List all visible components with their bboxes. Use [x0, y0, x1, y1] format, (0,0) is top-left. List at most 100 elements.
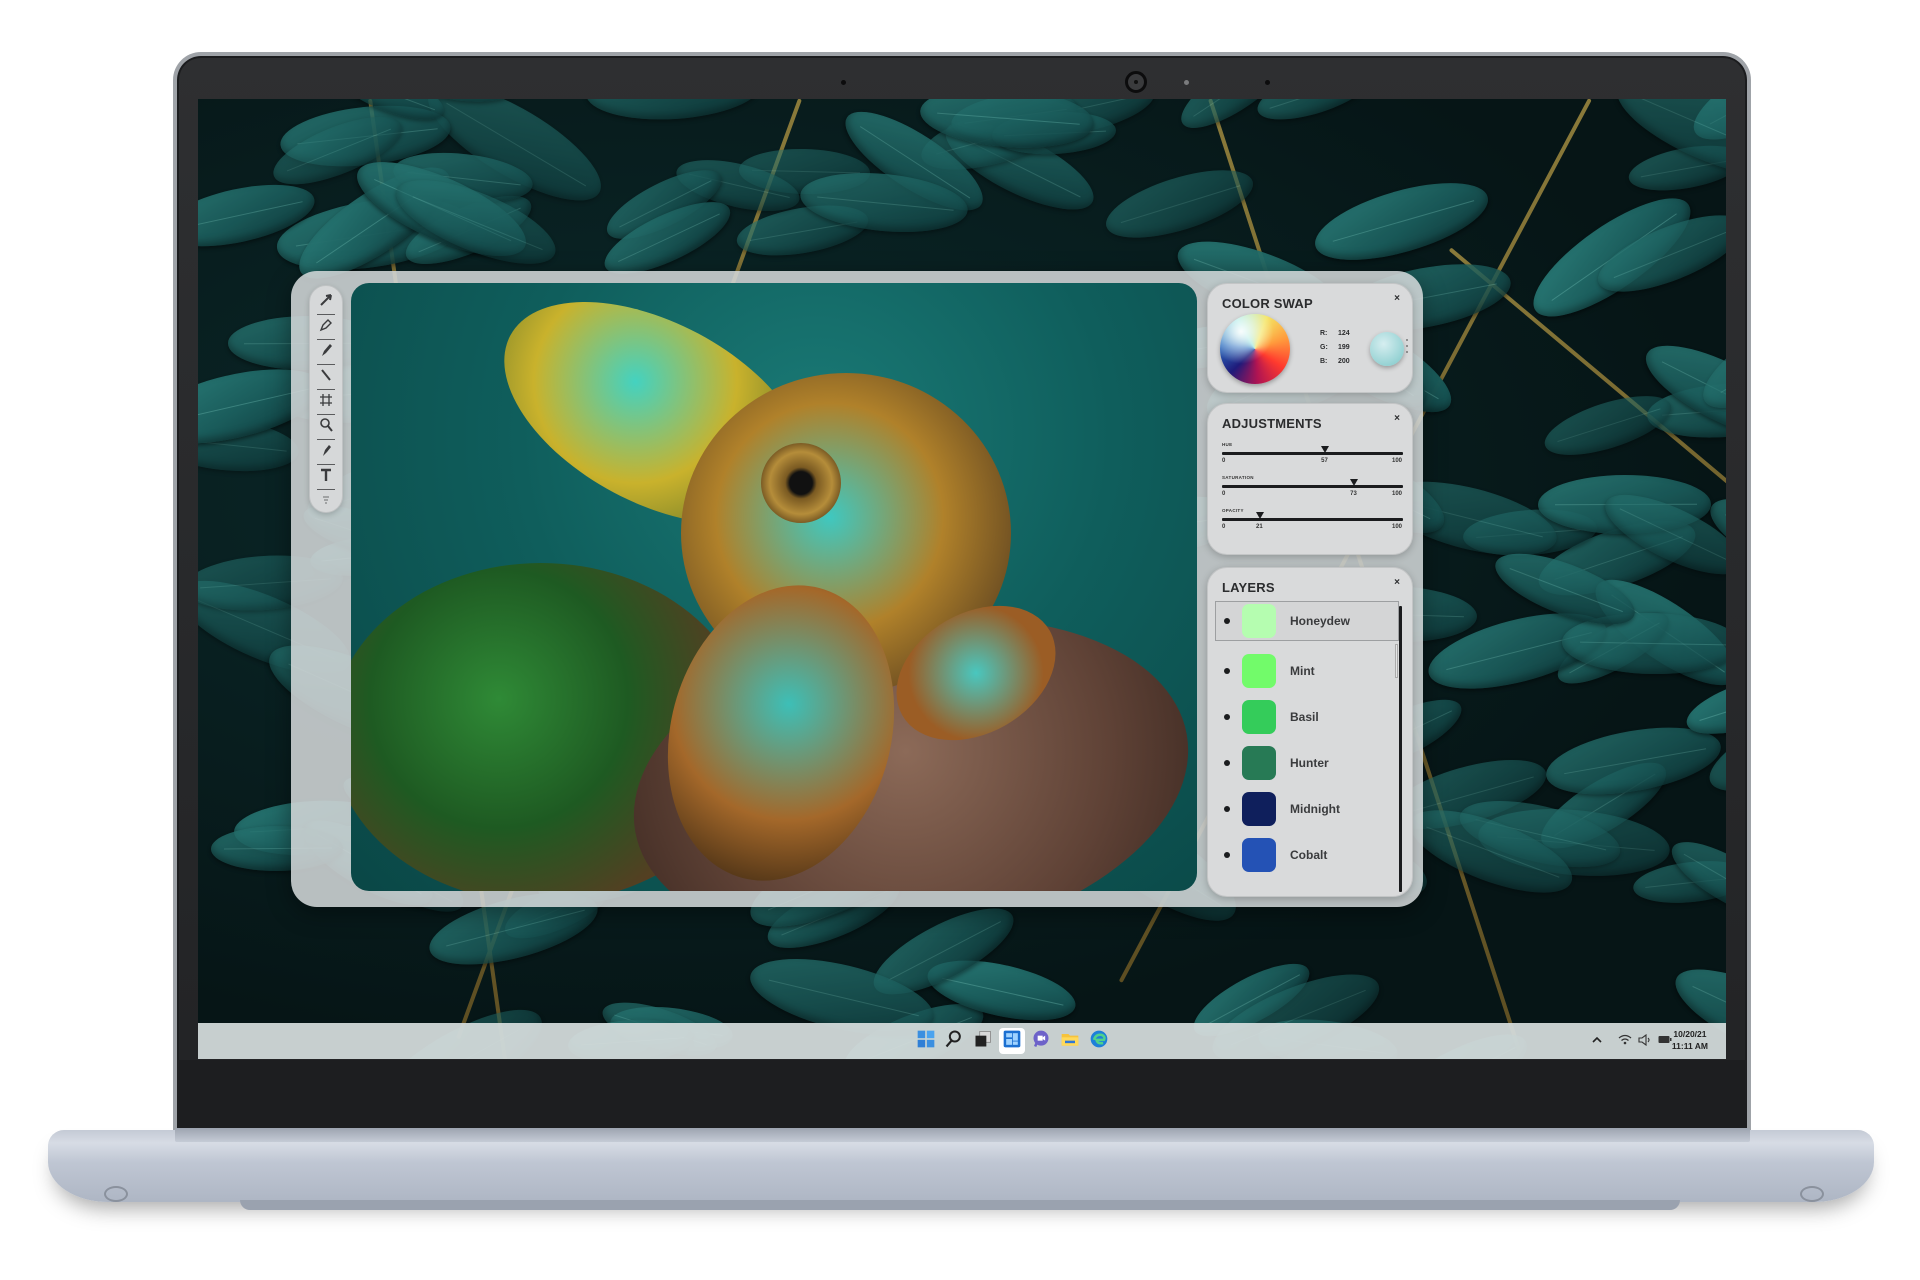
hue-slider[interactable]: [1222, 446, 1403, 455]
edge-browser-icon: [1089, 1029, 1109, 1054]
tool-divider: [317, 414, 335, 415]
panel-title: COLOR SWAP: [1222, 296, 1313, 311]
tool-divider: [317, 463, 335, 465]
laptop-screen: COLOR SWAP × R: 124 G: 199 B: 200 ADJUST…: [198, 99, 1726, 1059]
time-text: 11:11 AM: [1671, 1041, 1708, 1051]
slider-label: SATURATION: [1222, 475, 1254, 480]
pen-tool-button[interactable]: [313, 317, 339, 337]
chevron-up-icon[interactable]: [1588, 1035, 1606, 1047]
close-icon[interactable]: ×: [1394, 577, 1400, 588]
arrow-pointer-icon: [318, 292, 334, 312]
layer-color-swatch: [1242, 654, 1276, 688]
text-T-icon: [318, 467, 334, 487]
clock[interactable]: 10/20/21 11:11 AM: [1672, 1028, 1708, 1052]
slider-label: OPACITY: [1222, 508, 1244, 513]
visibility-dot-icon[interactable]: [1224, 714, 1230, 720]
windows-logo-icon: [916, 1029, 936, 1054]
more-options-icon[interactable]: [1406, 339, 1409, 357]
blue-label: B:: [1320, 358, 1328, 365]
camera-led: [1184, 80, 1189, 85]
zoom-tool-button[interactable]: [313, 417, 339, 437]
visibility-dot-icon[interactable]: [1224, 852, 1230, 858]
visibility-dot-icon[interactable]: [1224, 760, 1230, 766]
color-wheel[interactable]: [1220, 314, 1290, 384]
move-tool-button[interactable]: [313, 292, 339, 312]
tool-divider: [317, 389, 335, 390]
close-icon[interactable]: ×: [1394, 293, 1400, 304]
layer-item[interactable]: Hunter: [1216, 740, 1398, 786]
volume-icon[interactable]: [1638, 1033, 1652, 1049]
slider-max: 100: [1392, 524, 1403, 530]
date-text: 10/20/21: [1673, 1029, 1707, 1039]
taskbar-file-explorer-button[interactable]: [1057, 1028, 1083, 1054]
panel-title: ADJUSTMENTS: [1222, 416, 1322, 431]
slider-min: 0: [1222, 458, 1226, 464]
wallpaper-leaf: [1099, 156, 1261, 252]
dropper-icon: [318, 442, 334, 462]
visibility-dot-icon[interactable]: [1224, 806, 1230, 812]
layer-name: Honeydew: [1290, 614, 1351, 628]
tool-divider: [317, 364, 335, 365]
image-canvas[interactable]: [351, 283, 1197, 891]
taskbar-task-view-button[interactable]: [970, 1028, 996, 1054]
eyedropper-tool-button[interactable]: [313, 442, 339, 462]
close-icon[interactable]: ×: [1394, 413, 1400, 424]
panel-title: LAYERS: [1222, 580, 1275, 595]
crop-tool-button[interactable]: [313, 392, 339, 412]
slider-thumb[interactable]: [1321, 446, 1330, 453]
magnifier-icon: [318, 417, 334, 437]
visibility-dot-icon[interactable]: [1224, 618, 1230, 624]
blue-value[interactable]: 200: [1338, 358, 1350, 365]
text-tool-button[interactable]: [313, 467, 339, 487]
layers-list: Honeydew Mint Basil Hunter Midnight Cobalt: [1215, 601, 1399, 878]
taskbar-widgets-button[interactable]: [999, 1028, 1025, 1054]
slider-min: 0: [1222, 524, 1226, 530]
wallpaper-leaf: [1307, 167, 1496, 276]
more-tools-button[interactable]: [313, 492, 339, 512]
slider-value: 57: [1321, 458, 1328, 464]
crop-frame-icon: [318, 392, 334, 412]
layer-color-swatch: [1242, 604, 1276, 638]
layer-color-swatch: [1242, 700, 1276, 734]
opacity-slider[interactable]: [1222, 512, 1403, 521]
battery-icon[interactable]: [1658, 1035, 1672, 1047]
layer-item[interactable]: Basil: [1216, 694, 1398, 740]
layers-scrollbar[interactable]: [1399, 606, 1402, 892]
layer-color-swatch: [1242, 792, 1276, 826]
layer-item[interactable]: Cobalt: [1216, 832, 1398, 878]
layers-panel: LAYERS × Honeydew Mint Basil Hunter Midnight…: [1207, 567, 1413, 897]
layer-item[interactable]: Honeydew: [1215, 601, 1399, 641]
slider-min: 0: [1222, 491, 1226, 497]
layer-item[interactable]: Mint: [1216, 648, 1398, 694]
layer-name: Midnight: [1290, 802, 1340, 816]
tool-divider: [317, 339, 335, 340]
taskbar-search-button[interactable]: [941, 1028, 967, 1054]
slider-thumb[interactable]: [1350, 479, 1359, 486]
green-value[interactable]: 199: [1338, 344, 1350, 351]
layer-item[interactable]: Midnight: [1216, 786, 1398, 832]
task-view-icon: [973, 1029, 993, 1054]
green-label: G:: [1320, 344, 1328, 351]
taskbar-edge-button[interactable]: [1086, 1028, 1112, 1054]
wifi-icon[interactable]: [1618, 1034, 1632, 1048]
pen-nib-icon: [318, 317, 334, 337]
red-value[interactable]: 124: [1338, 330, 1350, 337]
taskbar-start-button[interactable]: [913, 1028, 939, 1054]
saturation-slider[interactable]: [1222, 479, 1403, 488]
brush-tool-button[interactable]: [313, 342, 339, 362]
bezel-chin: [177, 1060, 1747, 1130]
current-color-swatch[interactable]: [1370, 332, 1404, 366]
slider-max: 100: [1392, 491, 1403, 497]
photo-editor-window: COLOR SWAP × R: 124 G: 199 B: 200 ADJUST…: [291, 271, 1423, 907]
search-icon: [944, 1029, 964, 1054]
microphone-right: [1265, 80, 1270, 85]
red-label: R:: [1320, 330, 1328, 337]
layer-name: Hunter: [1290, 756, 1329, 770]
visibility-dot-icon[interactable]: [1224, 668, 1230, 674]
line-tool-button[interactable]: [313, 367, 339, 387]
taskbar-chat-button[interactable]: [1028, 1028, 1054, 1054]
slider-thumb[interactable]: [1256, 512, 1264, 519]
tool-palette: [309, 285, 343, 513]
layer-color-swatch: [1242, 746, 1276, 780]
layers-scrollbar-thumb[interactable]: [1395, 644, 1398, 678]
